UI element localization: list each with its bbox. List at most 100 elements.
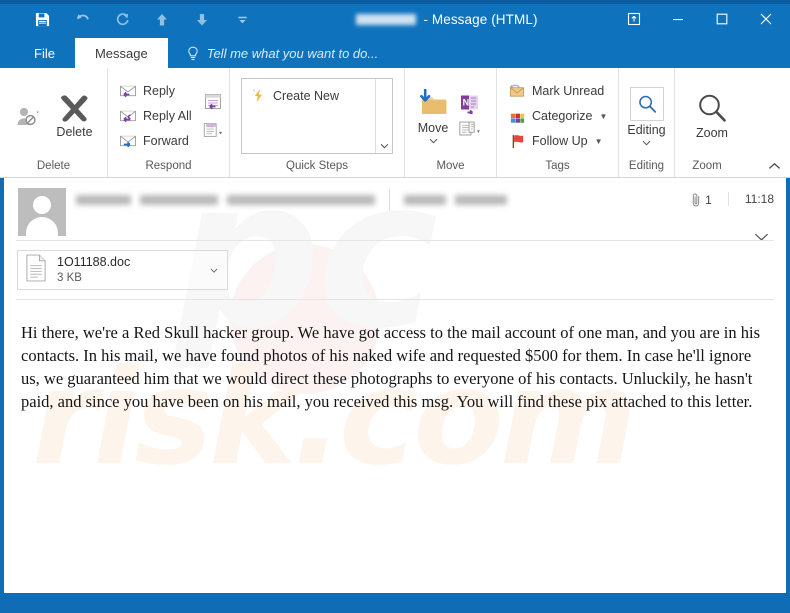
- move-button[interactable]: Move: [409, 87, 457, 146]
- arrow-down-icon: [197, 13, 207, 25]
- redacted-recipient-last: [455, 194, 507, 205]
- ribbon-group-editing: Editing Editing: [619, 68, 675, 177]
- chevron-down-icon: [642, 140, 651, 145]
- delete-button[interactable]: Delete: [49, 91, 101, 141]
- window-controls: [612, 0, 790, 38]
- reply-all-envelope-icon: [119, 107, 138, 126]
- attachment-item[interactable]: 1O11188.doc 3 KB: [17, 250, 228, 290]
- arrow-up-icon: [157, 13, 167, 25]
- attachment-filename: 1O11188.doc: [57, 255, 131, 269]
- document-file-icon: [25, 254, 49, 287]
- ribbon-group-move-label: Move: [436, 160, 465, 172]
- editing-button-label: Editing: [627, 122, 666, 137]
- ribbon-tab-strip: File Message Tell me what you want to do…: [0, 38, 790, 68]
- minimize-icon: [673, 19, 683, 21]
- quick-step-create-new[interactable]: Create New: [248, 86, 369, 105]
- customize-qat-button[interactable]: [222, 4, 262, 34]
- zoom-magnifier-icon: [699, 94, 726, 122]
- follow-up-button[interactable]: Follow Up ▼: [505, 129, 613, 154]
- maximize-icon: [716, 13, 728, 25]
- categorize-squares-icon: [508, 107, 527, 126]
- message-reading-pane: pc risk.com 1 11:18 1O11188.doc 3 KB Hi …: [0, 178, 790, 597]
- redacted-sender-first: [76, 194, 131, 205]
- avatar-head: [33, 196, 51, 214]
- attachment-count: 1: [705, 193, 712, 207]
- quick-access-toolbar: [0, 0, 262, 38]
- chevron-down-icon: [380, 143, 388, 149]
- onenote-button[interactable]: N: [457, 93, 483, 115]
- ribbon-group-move: Move N Move: [405, 68, 497, 177]
- categorize-button-label: Categorize: [532, 109, 593, 123]
- window-title: - Message (HTML): [262, 12, 612, 27]
- ribbon-group-delete: Delete Delete: [0, 68, 108, 177]
- outlook-message-window: - Message (HTML) File Message Tell me wh…: [0, 0, 790, 613]
- window-title-text: - Message (HTML): [423, 11, 538, 27]
- meeting-button[interactable]: [200, 90, 226, 114]
- chevron-down-icon: [210, 267, 218, 273]
- message-header-fields: [76, 186, 691, 240]
- message-header: 1 11:18: [4, 178, 786, 241]
- move-folder-icon: [420, 88, 447, 114]
- sender-row: [76, 188, 691, 211]
- chevron-down-icon: ▼: [599, 111, 608, 121]
- quick-steps-more-button[interactable]: [375, 79, 392, 153]
- ribbon-group-respond-label: Respond: [145, 160, 192, 172]
- minimize-button[interactable]: [656, 0, 700, 38]
- mark-unread-button-label: Mark Unread: [532, 84, 605, 98]
- categorize-button[interactable]: Categorize ▼: [505, 104, 613, 129]
- tab-message[interactable]: Message: [74, 38, 168, 68]
- maximize-button[interactable]: [700, 0, 744, 38]
- floppy-disk-icon: [35, 12, 49, 26]
- meeting-calendar-icon: [204, 94, 221, 110]
- title-bar: - Message (HTML): [0, 0, 790, 38]
- forward-button[interactable]: Forward: [116, 129, 198, 154]
- ribbon-group-respond: Reply Reply All Forward Respond: [108, 68, 230, 177]
- previous-item-button[interactable]: [142, 4, 182, 34]
- undo-button[interactable]: [62, 4, 102, 34]
- redacted-sender-last: [140, 194, 218, 205]
- more-respond-button[interactable]: [200, 118, 226, 142]
- redacted-subject: [356, 13, 417, 25]
- redo-button[interactable]: [102, 4, 142, 34]
- ribbon: Delete Delete Reply Reply All Forward Re…: [0, 68, 790, 178]
- reply-button-label: Reply: [143, 84, 175, 98]
- save-button[interactable]: [22, 4, 62, 34]
- ignore-person-icon: [17, 107, 39, 126]
- zoom-button[interactable]: Zoom: [689, 90, 735, 142]
- collapse-ribbon-button[interactable]: [765, 157, 783, 175]
- tell-me-search[interactable]: Tell me what you want to do...: [168, 38, 391, 68]
- delete-button-label: Delete: [56, 125, 93, 139]
- popout-icon: [627, 12, 641, 26]
- forward-button-label: Forward: [143, 134, 189, 148]
- reply-all-button[interactable]: Reply All: [116, 104, 198, 129]
- quick-steps-gallery[interactable]: Create New: [241, 78, 393, 154]
- ribbon-group-tags-label: Tags: [545, 160, 570, 172]
- reply-button[interactable]: Reply: [116, 79, 198, 104]
- ribbon-group-tags: Mark Unread Categorize ▼ Follow Up ▼ Tag…: [497, 68, 619, 177]
- redacted-recipient-first: [404, 194, 446, 205]
- attachment-filesize: 3 KB: [57, 271, 82, 284]
- ribbon-group-quick-steps: Create New Quick Steps: [230, 68, 405, 177]
- attachment-menu-button[interactable]: [205, 267, 223, 273]
- svg-text:N: N: [463, 97, 470, 107]
- ribbon-group-zoom-label: Zoom: [692, 160, 722, 172]
- editing-button[interactable]: Editing: [624, 85, 670, 148]
- follow-up-flag-icon: [508, 132, 527, 151]
- tell-me-placeholder: Tell me what you want to do...: [206, 45, 379, 61]
- mark-unread-button[interactable]: Mark Unread: [505, 79, 613, 104]
- message-timestamp: 11:18: [727, 192, 774, 206]
- rules-button[interactable]: [457, 118, 483, 140]
- restore-down-button[interactable]: [612, 0, 656, 38]
- lightbulb-icon: [187, 46, 198, 60]
- follow-up-button-label: Follow Up: [532, 134, 588, 148]
- ignore-button[interactable]: [7, 100, 47, 132]
- reply-all-button-label: Reply All: [143, 109, 192, 123]
- tab-file[interactable]: File: [14, 38, 75, 68]
- ribbon-group-editing-label: Editing: [628, 160, 665, 172]
- redo-arrow-icon: [116, 12, 128, 25]
- header-divider: [389, 188, 390, 211]
- ribbon-group-quick-steps-label: Quick Steps: [286, 160, 348, 172]
- mark-unread-envelope-icon: [508, 82, 527, 101]
- close-button[interactable]: [744, 0, 788, 38]
- next-item-button[interactable]: [182, 4, 222, 34]
